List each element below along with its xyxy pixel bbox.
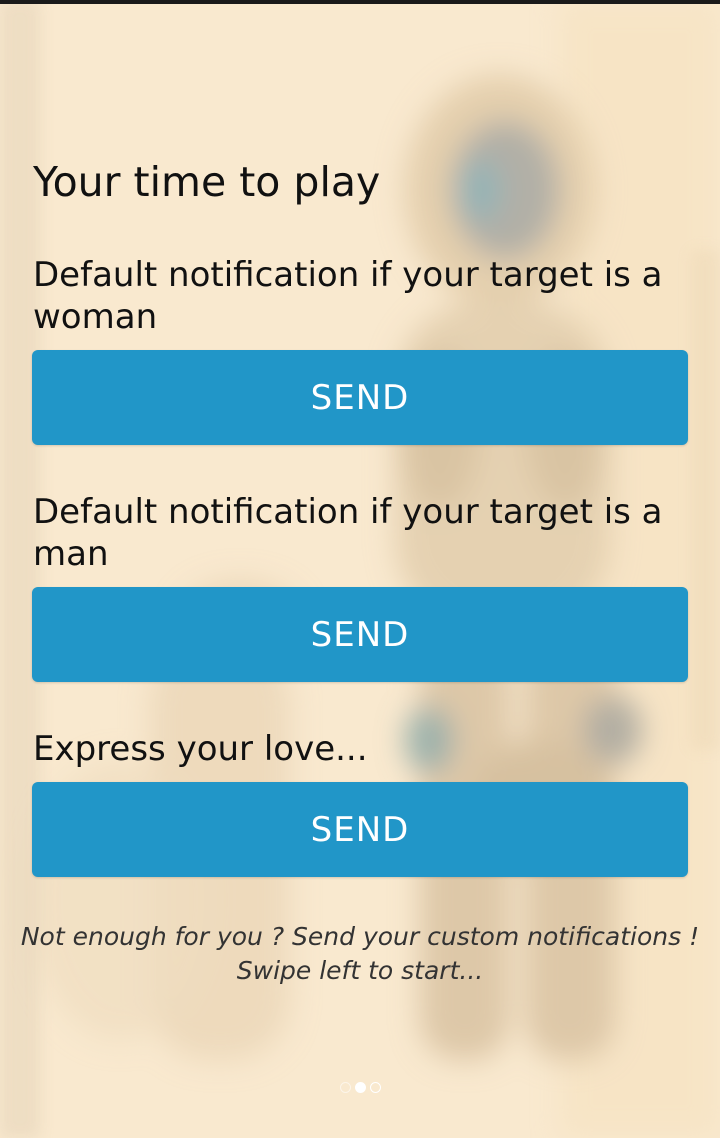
hint-line-2: Swipe left to start...: [236, 956, 484, 985]
page-title: Your time to play: [33, 158, 381, 206]
page-dot-1[interactable]: [339, 1082, 351, 1093]
man-notification-label: Default notification if your target is a…: [33, 492, 663, 574]
express-love-label: Express your love...: [33, 729, 368, 769]
send-man-button[interactable]: SEND: [32, 587, 688, 682]
hint-line-1: Not enough for you ? Send your custom no…: [20, 922, 700, 951]
page-indicator: [0, 1082, 720, 1093]
page-dot-2[interactable]: [354, 1082, 366, 1093]
page-dot-3[interactable]: [369, 1082, 381, 1093]
send-woman-button[interactable]: SEND: [32, 350, 688, 445]
main-content: Your time to play Default notification i…: [0, 0, 720, 1138]
woman-notification-label: Default notification if your target is a…: [33, 255, 663, 337]
app-screen: Your time to play Default notification i…: [0, 0, 720, 1138]
custom-notification-hint: Not enough for you ? Send your custom no…: [20, 920, 700, 988]
send-love-button[interactable]: SEND: [32, 782, 688, 877]
status-bar-edge: [0, 0, 720, 4]
